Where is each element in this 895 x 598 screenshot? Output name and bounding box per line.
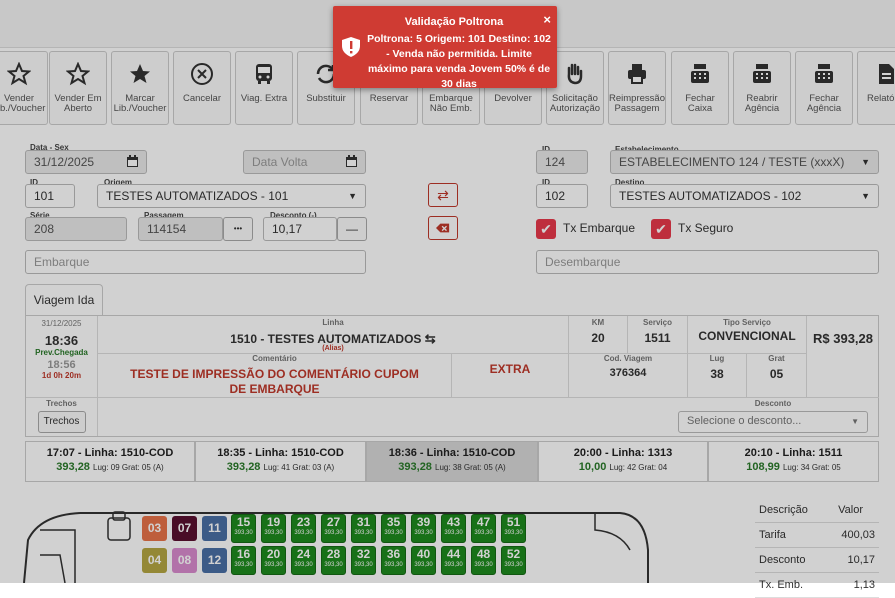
validation-toast: Validação Poltrona Poltrona: 5 Origem: 1…	[333, 6, 557, 90]
shield-exclamation-icon	[342, 37, 360, 57]
close-icon[interactable]: ×	[543, 12, 551, 27]
toast-title: Validação Poltrona	[404, 16, 504, 28]
toast-message: Poltrona: 5 Origem: 101 Destino: 102 - V…	[367, 33, 551, 90]
